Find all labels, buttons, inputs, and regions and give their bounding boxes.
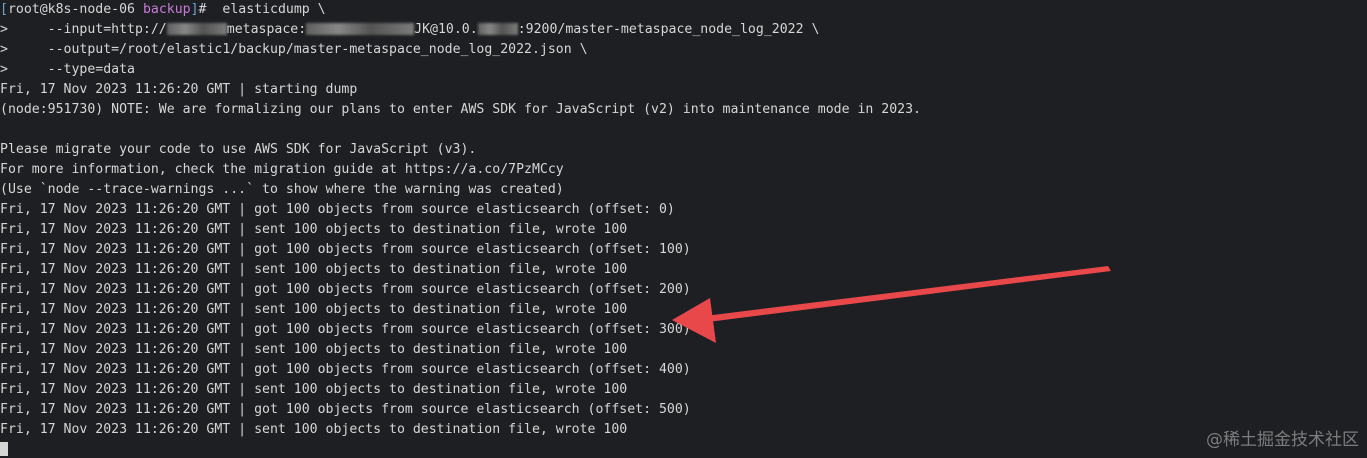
cursor-line bbox=[0, 440, 921, 458]
prompt-close-bracket: ] bbox=[190, 2, 199, 17]
output-line bbox=[0, 120, 921, 140]
continuation-line: > --output=/root/elastic1/backup/master-… bbox=[0, 40, 921, 60]
output-line: Fri, 17 Nov 2023 11:26:20 GMT | got 100 … bbox=[0, 242, 691, 257]
output-line: Fri, 17 Nov 2023 11:26:20 GMT | sent 100… bbox=[0, 342, 628, 357]
output-line: (Use `node --trace-warnings ...` to show… bbox=[0, 182, 564, 197]
output-line: Fri, 17 Nov 2023 11:26:20 GMT | got 100 … bbox=[0, 202, 675, 217]
prompt-user-host: root@k8s-node-06 bbox=[7, 2, 135, 17]
arg-input-part: JK@10.0. bbox=[414, 22, 478, 37]
redacted-block bbox=[477, 23, 518, 35]
output-line: Fri, 17 Nov 2023 11:26:20 GMT | got 100 … bbox=[0, 322, 691, 337]
output-line: Fri, 17 Nov 2023 11:26:20 GMT | got 100 … bbox=[0, 402, 691, 417]
watermark: @稀土掘金技术社区 bbox=[1206, 430, 1359, 450]
prompt-line: [root@k8s-node-06 backup]# elasticdump \ bbox=[0, 0, 921, 20]
continuation-line: > --type=data bbox=[0, 60, 921, 80]
output-line: Fri, 17 Nov 2023 11:26:20 GMT | got 100 … bbox=[0, 282, 691, 297]
output-line: Fri, 17 Nov 2023 11:26:20 GMT | got 100 … bbox=[0, 362, 691, 377]
terminal-cursor bbox=[0, 442, 8, 456]
output-line: Fri, 17 Nov 2023 11:26:20 GMT | sent 100… bbox=[0, 302, 628, 317]
arg-input-suffix: :9200/master-metaspace_node_log_2022 \ bbox=[517, 22, 820, 37]
prompt-directory: backup bbox=[142, 2, 191, 17]
continuation-marker: > bbox=[0, 22, 8, 37]
terminal-window[interactable]: [root@k8s-node-06 backup]# elasticdump \… bbox=[0, 0, 1367, 458]
output-line: Please migrate your code to use AWS SDK … bbox=[0, 142, 477, 157]
command-text: elasticdump \ bbox=[222, 2, 326, 17]
continuation-marker: > bbox=[0, 42, 8, 57]
prompt-symbol: # bbox=[198, 2, 207, 17]
output-line: Fri, 17 Nov 2023 11:26:20 GMT | starting… bbox=[0, 82, 358, 97]
output-line: For more information, check the migratio… bbox=[0, 162, 564, 177]
arg-input-part: metaspace: bbox=[226, 22, 307, 37]
prompt-open-bracket: [ bbox=[0, 2, 8, 17]
output-line: (node:951730) NOTE: We are formalizing o… bbox=[0, 102, 921, 117]
continuation-line: > --input=http:// metaspace: JK@10.0. :9200… bbox=[0, 20, 921, 40]
output-line: Fri, 17 Nov 2023 11:26:20 GMT | sent 100… bbox=[0, 262, 628, 277]
redacted-block bbox=[166, 23, 227, 35]
arg-output: --output=/root/elastic1/backup/master-me… bbox=[7, 42, 588, 57]
output-line: Fri, 17 Nov 2023 11:26:20 GMT | sent 100… bbox=[0, 222, 628, 237]
output-line: Fri, 17 Nov 2023 11:26:20 GMT | sent 100… bbox=[0, 382, 628, 397]
continuation-marker: > bbox=[0, 62, 8, 77]
redacted-block bbox=[306, 23, 415, 35]
arg-type: --type=data bbox=[7, 62, 135, 77]
output-line: Fri, 17 Nov 2023 11:26:20 GMT | sent 100… bbox=[0, 422, 628, 437]
arg-input-prefix: --input=http:// bbox=[7, 22, 167, 37]
terminal-output: [root@k8s-node-06 backup]# elasticdump \… bbox=[0, 0, 921, 458]
